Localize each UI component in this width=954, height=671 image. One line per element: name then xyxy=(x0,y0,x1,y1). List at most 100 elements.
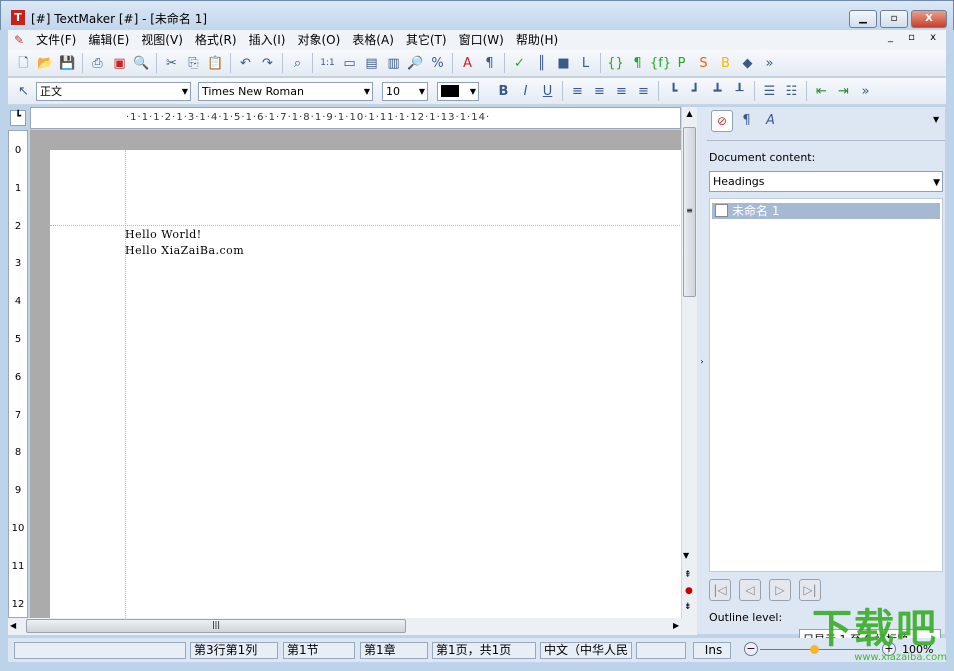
tree-item[interactable]: 未命名 1 xyxy=(712,203,940,219)
horizontal-scrollbar[interactable]: ◀ ||| ▶ xyxy=(8,618,697,635)
prev-page-icon[interactable]: ⇞ xyxy=(684,570,692,580)
tab-left-icon[interactable]: ┗ xyxy=(664,82,683,101)
paragraph-format-icon[interactable]: ¶ xyxy=(480,54,499,73)
scroll-left-icon[interactable]: ◀ xyxy=(10,621,16,630)
align-left-icon[interactable]: ≡ xyxy=(568,82,587,101)
align-right-icon[interactable]: ≡ xyxy=(612,82,631,101)
paragraph-style-icon[interactable]: ¶ xyxy=(737,111,756,130)
object-icon[interactable]: ◆ xyxy=(738,54,757,73)
last-heading-button[interactable]: ▷| xyxy=(799,579,821,601)
content-select[interactable]: Headings ▼ xyxy=(709,171,943,192)
page-icon[interactable]: ▤ xyxy=(362,54,381,73)
menu-item[interactable]: 编辑(E) xyxy=(82,30,135,50)
page[interactable]: Hello World! Hello XiaZaiBa.com xyxy=(50,150,681,618)
menu-item[interactable]: 对象(O) xyxy=(291,30,346,50)
outline-tree[interactable]: 未命名 1 xyxy=(709,198,943,572)
spellcheck-icon[interactable]: ✓ xyxy=(510,54,529,73)
save-icon[interactable]: 💾 xyxy=(58,54,77,73)
character-icon[interactable]: A xyxy=(458,54,477,73)
find-icon[interactable]: ⌕ xyxy=(288,54,307,73)
pdf-icon[interactable]: ▣ xyxy=(110,54,129,73)
align-center-icon[interactable]: ≡ xyxy=(590,82,609,101)
doc-menu-icon[interactable]: ✎ xyxy=(8,30,30,50)
undo-icon[interactable]: ↶ xyxy=(236,54,255,73)
menu-item[interactable]: 其它(T) xyxy=(400,30,453,50)
print-icon[interactable]: ⎙ xyxy=(88,54,107,73)
columns-icon[interactable]: ║ xyxy=(532,54,551,73)
vertical-ruler[interactable]: 0 1 2 3 4 5 6 7 8 9 10 11 12 xyxy=(8,130,28,618)
maximize-button[interactable]: ▫ xyxy=(880,10,908,28)
font-select[interactable]: Times New Roman ▼ xyxy=(198,81,373,101)
tab-right-icon[interactable]: ┛ xyxy=(686,82,705,101)
open-icon[interactable]: 📂 xyxy=(36,54,55,73)
pointer-icon[interactable]: ↖ xyxy=(14,82,33,101)
new-icon[interactable]: 🗋 xyxy=(14,54,33,73)
menu-item[interactable]: 格式(R) xyxy=(189,30,243,50)
character-style-icon[interactable]: A xyxy=(761,111,780,130)
close-button[interactable]: X xyxy=(911,10,947,28)
frame-icon[interactable]: L xyxy=(576,54,595,73)
h-scroll-thumb[interactable]: ||| xyxy=(26,619,406,633)
panel-menu-icon[interactable]: ▼ xyxy=(933,115,939,124)
scroll-thumb[interactable]: ≡ xyxy=(683,127,696,297)
next-page-icon[interactable]: ⇟ xyxy=(684,602,692,612)
minimize-button[interactable]: ▁ xyxy=(849,10,877,28)
indent-icon[interactable]: ⇥ xyxy=(834,82,853,101)
outdent-icon[interactable]: ⇤ xyxy=(812,82,831,101)
underline-icon[interactable]: U xyxy=(538,82,557,101)
b-icon[interactable]: B xyxy=(716,54,735,73)
copy-icon[interactable]: ⎘ xyxy=(184,54,203,73)
font-size-select[interactable]: 10 ▼ xyxy=(382,81,428,101)
tab-center-icon[interactable]: ┻ xyxy=(708,82,727,101)
cut-icon[interactable]: ✂ xyxy=(162,54,181,73)
bold-icon[interactable]: B xyxy=(494,82,513,101)
more-icon[interactable]: » xyxy=(760,54,779,73)
vertical-scrollbar[interactable]: ▲ ≡ ▼ ⇞ ● ⇟ xyxy=(681,107,697,618)
zoom-icon[interactable]: 🔎 xyxy=(406,54,425,73)
menu-item[interactable]: 窗口(W) xyxy=(453,30,510,50)
field-code-icon[interactable]: {f} xyxy=(650,54,671,73)
horizontal-ruler[interactable]: ·1·1·1·2·1·3·1·4·1·5·1·6·1·7·1·8·1·9·1·1… xyxy=(30,107,681,129)
font-color-select[interactable]: ▼ xyxy=(437,81,479,101)
tab-type-button[interactable]: ┗ xyxy=(10,110,26,126)
menu-item[interactable]: 插入(I) xyxy=(243,30,292,50)
justify-icon[interactable]: ≡ xyxy=(634,82,653,101)
tree-checkbox[interactable] xyxy=(715,204,728,217)
page-width-icon[interactable]: ▭ xyxy=(340,54,359,73)
browse-object-icon[interactable]: ● xyxy=(685,586,693,596)
print-preview-icon[interactable]: 🔍 xyxy=(132,54,151,73)
prev-heading-button[interactable]: ◁ xyxy=(739,579,761,601)
zoom-100-icon[interactable]: 1:1 xyxy=(318,54,337,73)
text-line[interactable]: Hello XiaZaiBa.com xyxy=(125,244,244,257)
italic-icon[interactable]: I xyxy=(516,82,535,101)
next-heading-button[interactable]: ▷ xyxy=(769,579,791,601)
menu-item[interactable]: 表格(A) xyxy=(346,30,400,50)
pilcrow-icon[interactable]: ¶ xyxy=(628,54,647,73)
paste-icon[interactable]: 📋 xyxy=(206,54,225,73)
text-line[interactable]: Hello World! xyxy=(125,228,202,241)
two-pages-icon[interactable]: ▥ xyxy=(384,54,403,73)
p-icon[interactable]: P xyxy=(672,54,691,73)
scroll-down-icon[interactable]: ▼ xyxy=(683,551,689,560)
scroll-up-icon[interactable]: ▲ xyxy=(683,109,696,125)
first-heading-button[interactable]: |◁ xyxy=(709,579,731,601)
s-icon[interactable]: S xyxy=(694,54,713,73)
style-select[interactable]: 正文 ▼ xyxy=(36,81,191,101)
mdi-controls[interactable]: _ ▫ x xyxy=(888,32,942,43)
menu-item[interactable]: 帮助(H) xyxy=(510,30,564,50)
compass-icon[interactable]: ⊘ xyxy=(711,110,733,132)
menu-item[interactable]: 文件(F) xyxy=(30,30,82,50)
scroll-right-icon[interactable]: ▶ xyxy=(673,621,679,630)
panel-splitter[interactable]: › xyxy=(697,107,707,634)
shadow-icon[interactable]: ■ xyxy=(554,54,573,73)
bullets-icon[interactable]: ☰ xyxy=(760,82,779,101)
menu-item[interactable]: 视图(V) xyxy=(135,30,189,50)
tab-decimal-icon[interactable]: ┸ xyxy=(730,82,749,101)
insert-mode[interactable]: Ins xyxy=(693,642,731,659)
fields-icon[interactable]: {} xyxy=(606,54,625,73)
redo-icon[interactable]: ↷ xyxy=(258,54,277,73)
zoom-out-icon[interactable]: − xyxy=(744,642,758,656)
zoom-percent-icon[interactable]: % xyxy=(428,54,447,73)
more-icon[interactable]: » xyxy=(856,82,875,101)
document-area[interactable]: Hello World! Hello XiaZaiBa.com xyxy=(30,130,681,618)
